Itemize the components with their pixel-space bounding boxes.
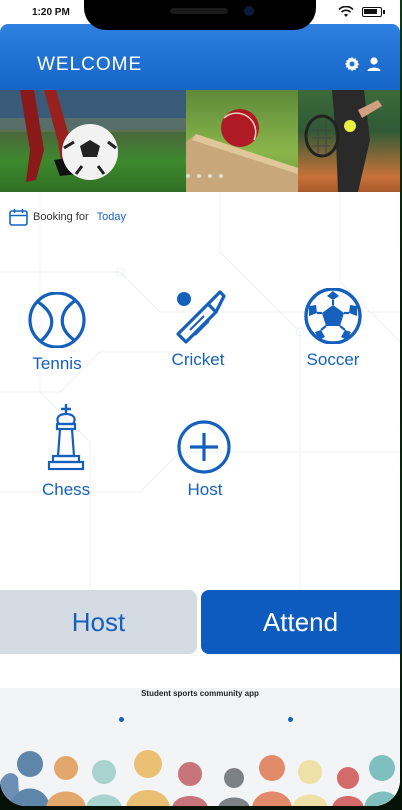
host-button[interactable]: Host: [0, 590, 197, 654]
sport-tennis[interactable]: Tennis: [26, 292, 88, 374]
soccer-ball-icon: [304, 288, 362, 344]
cricket-bat-icon: [176, 290, 226, 344]
calendar-icon: [9, 209, 28, 226]
sport-soccer[interactable]: Soccer: [303, 288, 363, 370]
booking-label: Booking for: [33, 211, 89, 223]
sport-cricket[interactable]: Cricket: [168, 290, 228, 370]
attend-button[interactable]: Attend: [201, 590, 400, 654]
footer-dot-left: [119, 717, 124, 722]
sport-label-tennis: Tennis: [32, 354, 82, 373]
user-icon[interactable]: [366, 56, 382, 72]
plus-circle-icon: [177, 420, 231, 474]
banner-soccer-image: [0, 90, 186, 192]
status-time: 1:20 PM: [32, 7, 70, 18]
decorative-pattern: [0, 192, 400, 592]
footer-dot-right: [288, 717, 293, 722]
page-title: WELCOME: [37, 54, 143, 75]
sport-label-host: Host: [187, 480, 223, 499]
battery-icon: [362, 7, 385, 17]
app-header: WELCOME: [0, 24, 400, 90]
status-icons: [338, 6, 385, 18]
phone-notch: [84, 0, 316, 30]
booking-date-selector[interactable]: Booking for Today: [9, 208, 126, 226]
footer-tagline: Student sports community app: [141, 689, 259, 698]
gear-icon[interactable]: [344, 56, 360, 72]
crowd-illustration: [0, 750, 400, 806]
sport-chess[interactable]: Chess: [42, 402, 90, 500]
banner-tennis-image: [298, 90, 400, 192]
chess-king-icon: [47, 404, 85, 471]
sport-label-chess: Chess: [42, 480, 91, 499]
app-screen: 1:20 PM WELCOME Booking for Today Tennis…: [0, 0, 400, 806]
tennis-ball-icon: [28, 292, 86, 348]
sport-host[interactable]: Host: [177, 420, 233, 500]
wifi-icon: [338, 6, 354, 17]
booking-day[interactable]: Today: [97, 211, 126, 223]
sport-label-soccer: Soccer: [306, 350, 360, 369]
sport-label-cricket: Cricket: [171, 350, 225, 369]
carousel-indicator[interactable]: [186, 174, 223, 178]
